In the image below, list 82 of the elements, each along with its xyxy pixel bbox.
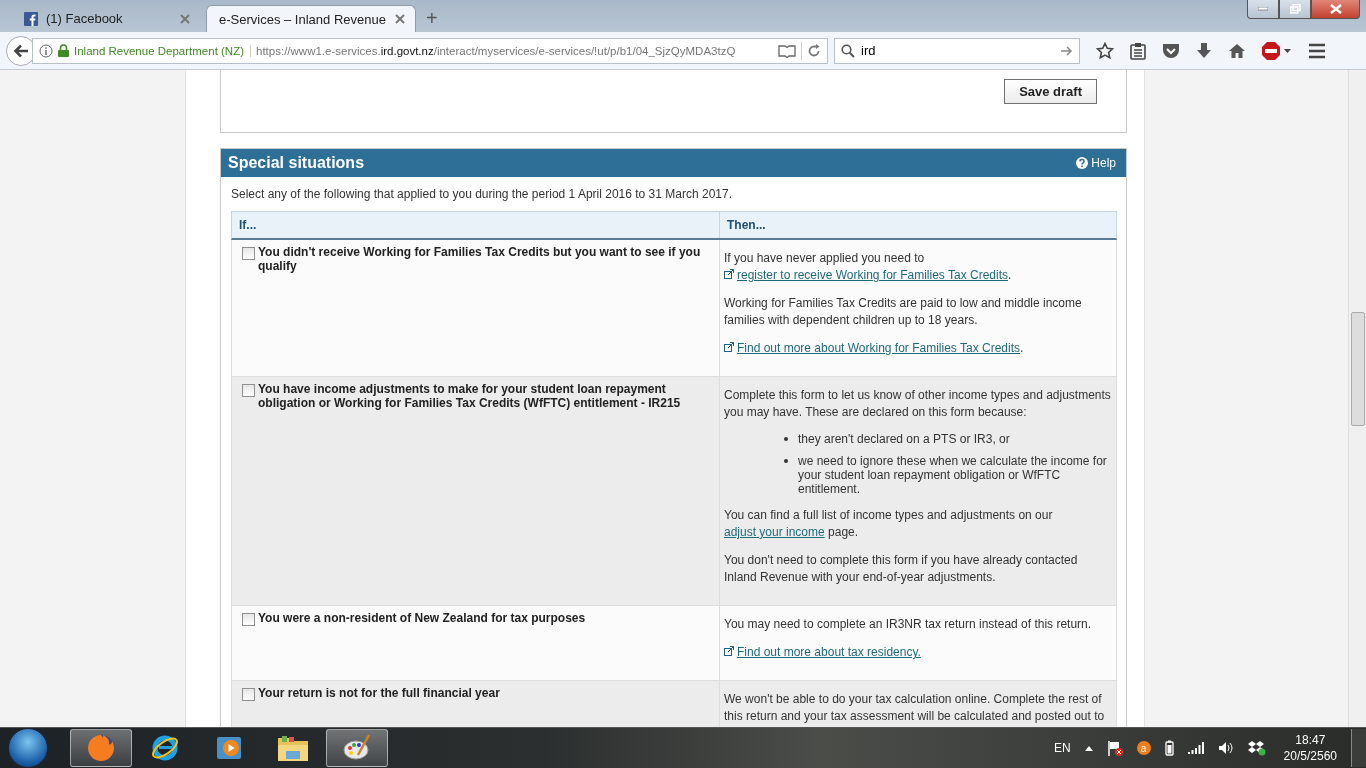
list-item-text: they aren't declared on a PTS or IR3, or	[798, 432, 1010, 446]
column-header: If...	[238, 218, 258, 232]
paint-palette-icon	[342, 733, 372, 763]
condition-label[interactable]: Your return is not for the full financial year	[258, 686, 500, 700]
home-icon[interactable]	[1228, 42, 1246, 59]
lock-icon	[58, 44, 69, 57]
close-icon	[1329, 4, 1342, 14]
ie-icon	[150, 733, 180, 763]
scrollbar-thumb[interactable]	[1351, 312, 1365, 426]
browser-tab[interactable]: e-Services – Inland Revenue	[206, 5, 416, 32]
help-link[interactable]: Help	[1076, 156, 1116, 170]
minimize-button[interactable]	[1247, 0, 1279, 19]
minimize-icon	[1258, 7, 1268, 11]
start-button[interactable]	[8, 728, 48, 768]
info-paragraph: Find out more about Working for Families Tax Credits.	[724, 340, 1113, 357]
clock-date[interactable]: 20/5/2560	[1283, 748, 1337, 764]
info-link[interactable]: adjust your income	[724, 525, 825, 539]
restore-button[interactable]	[1279, 0, 1311, 19]
info-paragraph: Complete this form to let us know of other income types and adjustments you may have. These are declared on this form because:	[724, 387, 1112, 421]
intro-text: Select any of the following that applied to you during the period 1 April 2016 to 31 March 2017.	[231, 187, 733, 201]
reading-list-icon[interactable]	[1130, 41, 1146, 60]
condition-label[interactable]: You were a non-resident of New Zealand for tax purposes	[258, 611, 586, 625]
signal-icon[interactable]	[1187, 742, 1204, 754]
show-desktop-button[interactable]	[1351, 729, 1366, 767]
site-identity[interactable]: Inland Revenue Department (NZ)	[74, 44, 252, 57]
scrollbar[interactable]	[1348, 70, 1366, 727]
external-link-icon	[724, 342, 734, 352]
go-arrow-icon[interactable]	[1061, 45, 1073, 56]
language-indicator[interactable]: EN	[1053, 741, 1071, 755]
download-icon[interactable]	[1196, 41, 1212, 60]
clock-time[interactable]: 18:47	[1295, 732, 1326, 748]
external-link-icon	[724, 269, 734, 279]
new-tab-button[interactable]: +	[426, 7, 438, 29]
info-link[interactable]: register to receive Working for Families Tax Credits	[724, 268, 1008, 282]
url-text: https://www1.e-services.ird.govt.nz/interact/myservices/e-services/!ut/p/b1/04_SjzQyMDA3tzQ	[256, 44, 737, 57]
folder-icon	[277, 734, 309, 762]
adblock-icon[interactable]	[1262, 41, 1292, 60]
bookmark-star-icon[interactable]	[1096, 41, 1114, 60]
help-icon	[1076, 157, 1089, 169]
info-link[interactable]: Find out more about Working for Families Tax Credits	[724, 341, 1020, 355]
info-paragraph: You can find a full list of income types and adjustments on our adjust your income page.	[724, 507, 1054, 541]
info-paragraph: You may need to complete an IR3NR tax return instead of this return.	[724, 616, 1093, 633]
reload-icon[interactable]	[807, 43, 821, 58]
info-link[interactable]: Find out more about tax residency.	[724, 645, 921, 659]
action-center-flag-icon[interactable]	[1106, 740, 1123, 756]
taskbar-button[interactable]	[70, 729, 132, 767]
info-paragraph: We won't be able to do your tax calculation online. Complete the rest of this return and your tax assessment will be calculated and posted out to	[724, 691, 1106, 725]
menu-icon[interactable]	[1308, 42, 1326, 59]
search-field[interactable]: ird	[834, 37, 1080, 64]
back-arrow-icon	[13, 43, 29, 58]
info-icon[interactable]	[39, 43, 53, 58]
taskbar-button[interactable]	[326, 729, 388, 767]
condition-label[interactable]: You didn't receive Working for Families Tax Credits but you want to see if you qualify	[258, 245, 711, 273]
save-draft-button[interactable]: Save draft	[1004, 79, 1097, 104]
dropbox-icon[interactable]	[1247, 740, 1266, 756]
close-icon[interactable]	[395, 14, 405, 24]
condition-label[interactable]: You have income adjustments to make for your student loan repayment obligation or Working for Families Tax Credits (WfFTC) entitlement - IR215	[258, 382, 711, 410]
search-icon	[841, 43, 855, 58]
browser-tab[interactable]: (1) Facebook	[0, 5, 200, 32]
pocket-icon[interactable]	[1162, 42, 1180, 59]
battery-icon[interactable]	[1164, 740, 1174, 756]
media-player-icon	[215, 734, 243, 762]
reader-view-icon[interactable]	[778, 43, 796, 58]
checkbox[interactable]	[242, 384, 255, 397]
external-link-icon	[724, 646, 734, 656]
restore-icon	[1289, 4, 1301, 14]
show-hidden-icons-icon[interactable]	[1084, 745, 1093, 751]
info-paragraph: Working for Families Tax Credits are paid to low and middle income families with dependent children up to 18 years.	[724, 295, 1083, 329]
bullet-icon	[784, 437, 788, 441]
volume-icon[interactable]	[1217, 741, 1234, 755]
checkbox[interactable]	[242, 247, 255, 260]
address-bar[interactable]: Inland Revenue Department (NZ) https://www1.e-services.ird.govt.nz/interact/myservices/e-services/!ut/p/b1/04_SjzQyMDA3tzQ	[32, 37, 828, 64]
close-window-button[interactable]	[1311, 0, 1360, 19]
info-paragraph: You don't need to complete this form if you have already contacted Inland Revenue with your end-of-year adjustments.	[724, 552, 1079, 586]
info-paragraph: If you have never applied you need to register to receive Working for Families Tax Credits.	[724, 250, 1013, 284]
column-header: Then...	[719, 212, 1116, 238]
checkbox[interactable]	[242, 688, 255, 701]
list-item-text: we need to ignore these when we calculate the income for your student loan repayment obligation or WfFTC entitlement.	[798, 454, 1108, 496]
section-title: Special situations	[228, 154, 365, 172]
bullet-icon	[784, 459, 788, 463]
checkbox[interactable]	[242, 613, 255, 626]
firefox-icon	[86, 733, 116, 763]
